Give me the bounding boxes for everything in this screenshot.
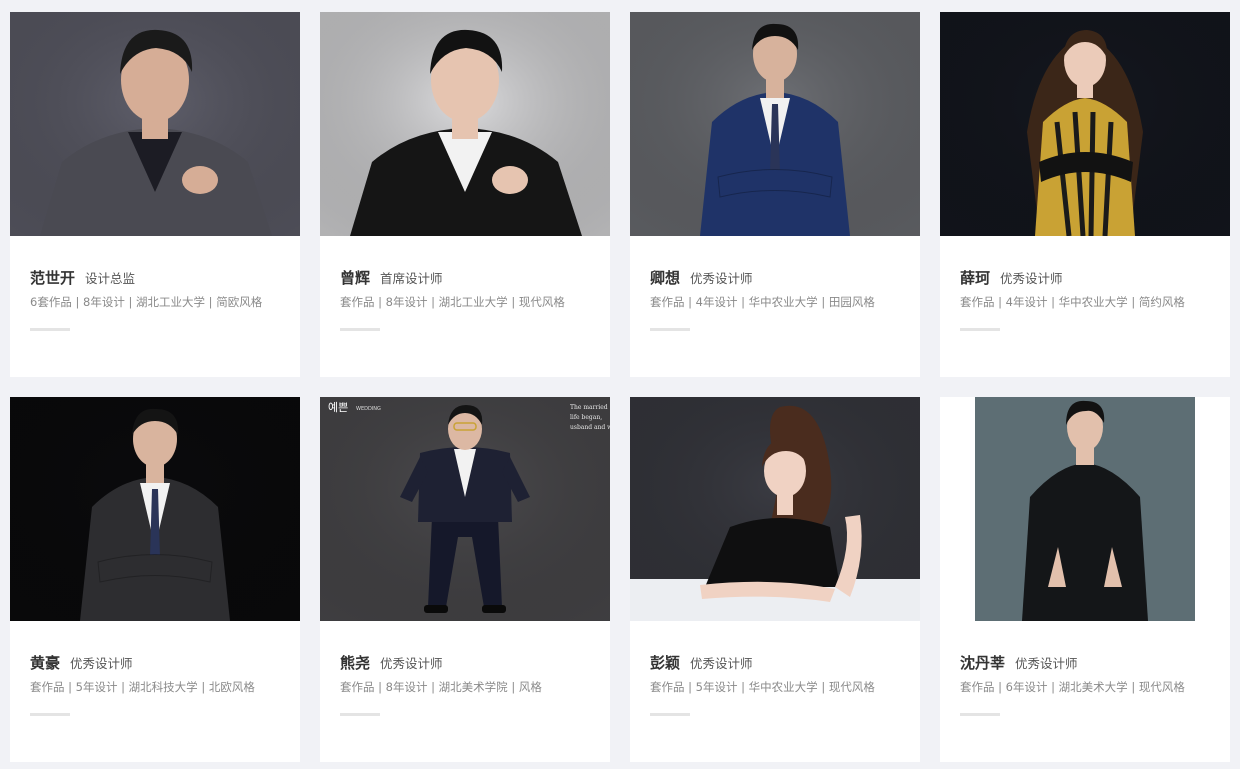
designer-card[interactable]: 沈丹莘 优秀设计师套作品 | 6年设计 | 湖北美术大学 | 现代风格 xyxy=(940,397,1230,762)
designer-title: 首席设计师 xyxy=(380,271,443,286)
photo-script-text-2: life began, xyxy=(570,414,602,421)
designer-info: 卿想 优秀设计师套作品 | 4年设计 | 华中农业大学 | 田园风格 xyxy=(650,268,910,310)
designer-meta: 6套作品 | 8年设计 | 湖北工业大学 | 简欧风格 xyxy=(30,295,263,309)
designer-photo[interactable]: 예쁜 WEDDING The married life began, usband a… xyxy=(320,397,610,621)
designer-photo[interactable] xyxy=(940,397,1230,621)
designer-card[interactable]: 黄豪 优秀设计师套作品 | 5年设计 | 湖北科技大学 | 北欧风格 xyxy=(10,397,300,762)
designer-title: 优秀设计师 xyxy=(690,656,753,671)
designer-info: 熊尧 优秀设计师套作品 | 8年设计 | 湖北美术学院 | 风格 xyxy=(340,653,600,695)
designer-info: 范世开 设计总监 6套作品 | 8年设计 | 湖北工业大学 | 简欧风格 xyxy=(30,268,290,310)
photo-script-text-3: usband and wife xyxy=(570,424,610,431)
designer-meta: 套作品 | 4年设计 | 华中农业大学 | 田园风格 xyxy=(650,295,875,309)
designer-title: 优秀设计师 xyxy=(380,656,443,671)
designer-grid: 范世开 设计总监 6套作品 | 8年设计 | 湖北工业大学 | 简欧风格 曾辉 首席设计… xyxy=(0,0,1240,769)
designer-name-line: 卿想 优秀设计师 xyxy=(650,268,910,289)
designer-meta: 套作品 | 5年设计 | 华中农业大学 | 现代风格 xyxy=(650,680,875,694)
designer-card[interactable]: 范世开 设计总监 6套作品 | 8年设计 | 湖北工业大学 | 简欧风格 xyxy=(10,12,300,377)
photo-brand-small: WEDDING xyxy=(356,406,381,412)
designer-name-line: 彭颖 优秀设计师 xyxy=(650,653,910,674)
designer-name[interactable]: 黄豪 xyxy=(30,654,60,672)
designer-info: 薛珂 优秀设计师套作品 | 4年设计 | 华中农业大学 | 简约风格 xyxy=(960,268,1220,310)
designer-title: 优秀设计师 xyxy=(1015,656,1078,671)
designer-name-line: 沈丹莘 优秀设计师 xyxy=(960,653,1220,674)
designer-meta: 套作品 | 5年设计 | 湖北科技大学 | 北欧风格 xyxy=(30,680,255,694)
designer-name[interactable]: 熊尧 xyxy=(340,654,370,672)
card-divider xyxy=(650,713,690,716)
designer-title: 设计总监 xyxy=(85,271,136,286)
designer-photo[interactable] xyxy=(320,12,610,236)
designer-photo[interactable] xyxy=(630,12,920,236)
card-divider xyxy=(30,328,70,331)
designer-title: 优秀设计师 xyxy=(70,656,133,671)
designer-info: 黄豪 优秀设计师套作品 | 5年设计 | 湖北科技大学 | 北欧风格 xyxy=(30,653,290,695)
designer-photo[interactable] xyxy=(630,397,920,621)
designer-meta: 套作品 | 8年设计 | 湖北美术学院 | 风格 xyxy=(340,680,542,694)
photo-script-text: The married xyxy=(570,404,608,411)
designer-name[interactable]: 卿想 xyxy=(650,269,680,287)
designer-card[interactable]: 薛珂 优秀设计师套作品 | 4年设计 | 华中农业大学 | 简约风格 xyxy=(940,12,1230,377)
designer-meta: 套作品 | 6年设计 | 湖北美术大学 | 现代风格 xyxy=(960,680,1185,694)
designer-meta: 套作品 | 4年设计 | 华中农业大学 | 简约风格 xyxy=(960,295,1185,309)
card-divider xyxy=(340,328,380,331)
designer-info: 曾辉 首席设计师套作品 | 8年设计 | 湖北工业大学 | 现代风格 xyxy=(340,268,600,310)
designer-name-line: 薛珂 优秀设计师 xyxy=(960,268,1220,289)
designer-info: 沈丹莘 优秀设计师套作品 | 6年设计 | 湖北美术大学 | 现代风格 xyxy=(960,653,1220,695)
designer-name-line: 黄豪 优秀设计师 xyxy=(30,653,290,674)
designer-name[interactable]: 彭颖 xyxy=(650,654,680,672)
designer-name[interactable]: 薛珂 xyxy=(960,269,990,287)
card-divider xyxy=(650,328,690,331)
designer-name[interactable]: 范世开 xyxy=(30,269,75,287)
designer-info: 彭颖 优秀设计师套作品 | 5年设计 | 华中农业大学 | 现代风格 xyxy=(650,653,910,695)
designer-meta: 套作品 | 8年设计 | 湖北工业大学 | 现代风格 xyxy=(340,295,565,309)
designer-title: 优秀设计师 xyxy=(690,271,753,286)
portrait-figure xyxy=(975,397,1195,621)
card-divider xyxy=(340,713,380,716)
designer-name-line: 范世开 设计总监 xyxy=(30,268,290,289)
designer-photo[interactable] xyxy=(10,12,300,236)
designer-card[interactable]: 卿想 优秀设计师套作品 | 4年设计 | 华中农业大学 | 田园风格 xyxy=(630,12,920,377)
designer-name[interactable]: 曾辉 xyxy=(340,269,370,287)
card-divider xyxy=(960,713,1000,716)
designer-name-line: 曾辉 首席设计师 xyxy=(340,268,600,289)
photo-brand-text: 예쁜 xyxy=(328,401,348,414)
card-divider xyxy=(30,713,70,716)
designer-card[interactable]: 예쁜 WEDDING The married life began, usband a… xyxy=(320,397,610,762)
designer-name-line: 熊尧 优秀设计师 xyxy=(340,653,600,674)
card-divider xyxy=(960,328,1000,331)
designer-name[interactable]: 沈丹莘 xyxy=(960,654,1005,672)
designer-title: 优秀设计师 xyxy=(1000,271,1063,286)
designer-card[interactable]: 彭颖 优秀设计师套作品 | 5年设计 | 华中农业大学 | 现代风格 xyxy=(630,397,920,762)
designer-photo[interactable] xyxy=(10,397,300,621)
designer-photo[interactable] xyxy=(940,12,1230,236)
designer-card[interactable]: 曾辉 首席设计师套作品 | 8年设计 | 湖北工业大学 | 现代风格 xyxy=(320,12,610,377)
